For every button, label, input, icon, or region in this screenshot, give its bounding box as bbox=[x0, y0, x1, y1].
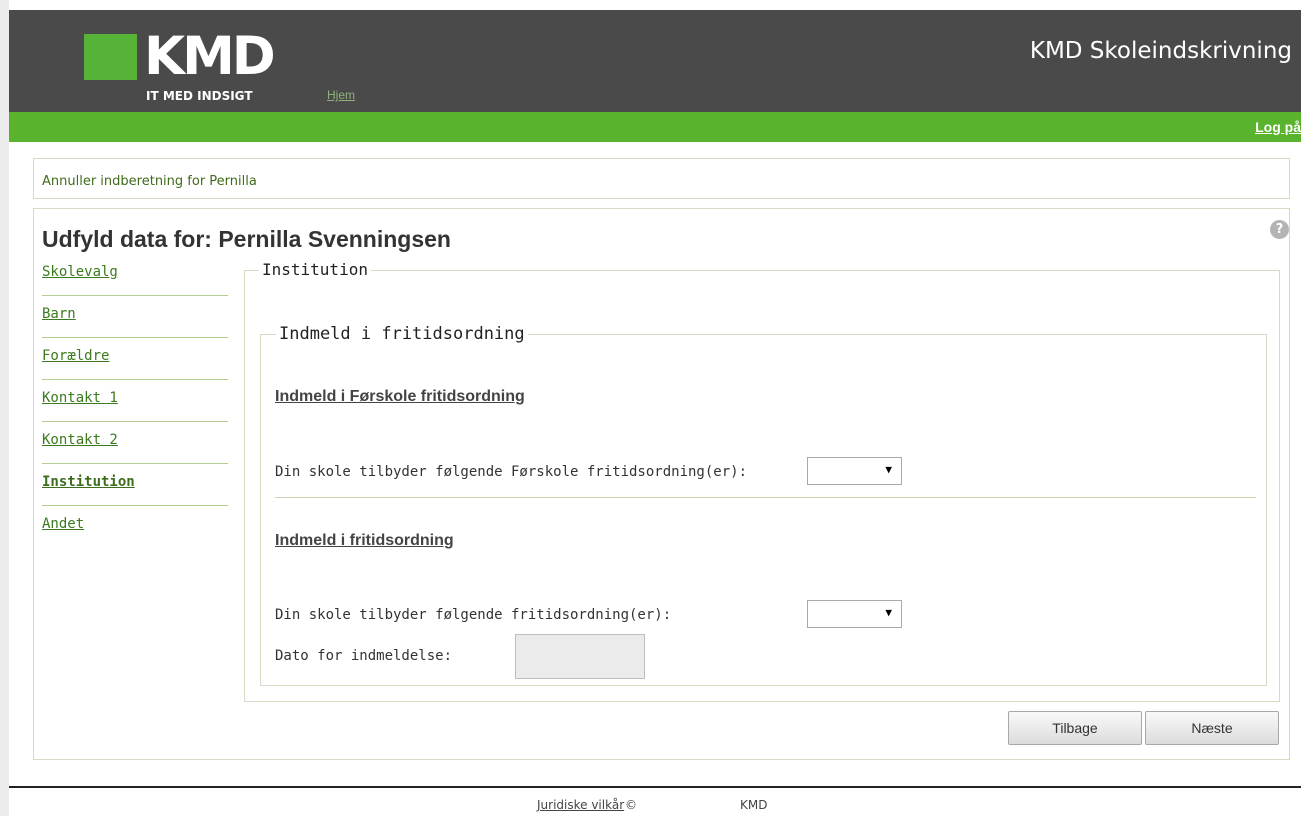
sidebar-item-foraeldre[interactable]: Forældre bbox=[42, 338, 228, 380]
legal-terms-link[interactable]: Juridiske vilkår bbox=[537, 798, 624, 812]
sidebar-item-barn[interactable]: Barn bbox=[42, 296, 228, 338]
sidebar-item-label[interactable]: Barn bbox=[42, 306, 76, 322]
chevron-down-icon: ▼ bbox=[885, 606, 892, 619]
login-link[interactable]: Log på bbox=[1255, 119, 1301, 135]
sidebar-item-andet[interactable]: Andet bbox=[42, 506, 228, 548]
enrollment-date-field[interactable] bbox=[515, 634, 645, 679]
help-icon[interactable]: ? bbox=[1270, 220, 1289, 239]
sidebar-item-label[interactable]: Kontakt 1 bbox=[42, 390, 118, 406]
preschool-section-heading: Indmeld i Førskole fritidsordning bbox=[275, 388, 525, 405]
sidebar-item-label[interactable]: Institution bbox=[42, 474, 135, 490]
cancel-box: Annuller indberetning for Pernilla bbox=[33, 158, 1290, 199]
sidebar-item-kontakt-1[interactable]: Kontakt 1 bbox=[42, 380, 228, 422]
sidebar-item-label[interactable]: Andet bbox=[42, 516, 84, 532]
preschool-offer-select[interactable]: ▼ bbox=[807, 457, 902, 485]
sidebar-item-label[interactable]: Skolevalg bbox=[42, 264, 118, 280]
afterschool-enrollment-legend: Indmeld i fritidsordning bbox=[276, 324, 528, 344]
sidebar-item-institution[interactable]: Institution bbox=[42, 464, 228, 506]
institution-fieldset: Institution Indmeld i fritidsordning Ind… bbox=[244, 260, 1280, 702]
copyright-symbol: © bbox=[625, 798, 637, 812]
enrollment-date-label: Dato for indmeldelse: bbox=[275, 648, 453, 664]
cancel-registration-link[interactable]: Annuller indberetning for Pernilla bbox=[42, 174, 257, 189]
back-button[interactable]: Tilbage bbox=[1008, 711, 1142, 745]
section-divider bbox=[275, 497, 1256, 498]
sidebar-item-label[interactable]: Kontakt 2 bbox=[42, 432, 118, 448]
page-title: Udfyld data for: Pernilla Svenningsen bbox=[42, 226, 451, 252]
sidebar-item-kontakt-2[interactable]: Kontakt 2 bbox=[42, 422, 228, 464]
afterschool-section-heading: Indmeld i fritidsordning bbox=[275, 532, 454, 549]
green-nav-bar: Log på bbox=[9, 112, 1301, 142]
afterschool-offer-select[interactable]: ▼ bbox=[807, 600, 902, 628]
footer-divider bbox=[9, 786, 1301, 788]
nav-home-link[interactable]: Hjem bbox=[327, 88, 355, 102]
chevron-down-icon: ▼ bbox=[885, 463, 892, 476]
logo-text: KMD bbox=[144, 26, 276, 87]
page: KMD IT MED INDSIGT Hjem KMD Skoleindskri… bbox=[9, 0, 1301, 816]
next-button[interactable]: Næste bbox=[1145, 711, 1279, 745]
header: KMD IT MED INDSIGT Hjem KMD Skoleindskri… bbox=[9, 10, 1301, 112]
preschool-offer-label: Din skole tilbyder følgende Førskole fri… bbox=[275, 464, 748, 480]
main-panel: Udfyld data for: Pernilla Svenningsen ? … bbox=[33, 208, 1290, 760]
app-title: KMD Skoleindskrivning bbox=[1029, 38, 1292, 64]
institution-legend: Institution bbox=[259, 260, 371, 279]
top-band bbox=[9, 0, 1301, 10]
sidebar-item-label[interactable]: Forældre bbox=[42, 348, 109, 364]
sidebar-item-skolevalg[interactable]: Skolevalg bbox=[42, 254, 228, 296]
logo-square-icon bbox=[84, 34, 137, 80]
logo-tagline: IT MED INDSIGT bbox=[146, 89, 253, 103]
footer-company: KMD bbox=[740, 798, 768, 812]
afterschool-enrollment-fieldset: Indmeld i fritidsordning Indmeld i Førsk… bbox=[260, 324, 1267, 686]
afterschool-offer-label: Din skole tilbyder følgende fritidsordni… bbox=[275, 607, 672, 623]
